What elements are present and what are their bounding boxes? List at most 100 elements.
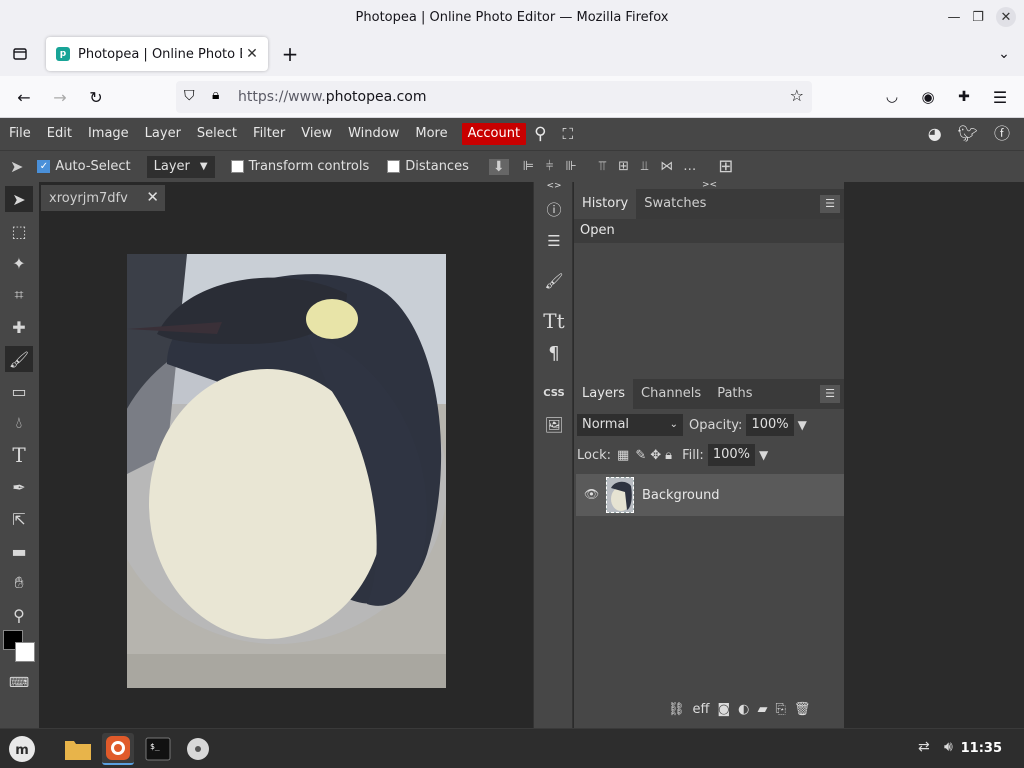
firefox-taskbar-icon[interactable]: [102, 733, 134, 765]
panel-menu-icon[interactable]: ☰: [820, 195, 840, 213]
browser-tab[interactable]: p Photopea | Online Photo Ed ✕: [46, 37, 268, 71]
twitter-icon[interactable]: 🐦︎: [950, 123, 986, 145]
close-window-icon[interactable]: ✕: [996, 7, 1016, 27]
css-icon[interactable]: CSS: [538, 380, 570, 406]
info-icon[interactable]: ⓘ: [538, 196, 570, 222]
paragraph-icon[interactable]: ¶: [538, 340, 570, 366]
adjustment-layer-icon[interactable]: ◐: [738, 702, 749, 717]
panel-menu-icon[interactable]: ☰: [820, 385, 840, 403]
new-tab-icon[interactable]: +: [278, 42, 302, 66]
shield-icon[interactable]: ⛉: [184, 88, 195, 104]
files-folder-icon[interactable]: [62, 733, 94, 765]
lock-transparency-icon[interactable]: ▦: [617, 448, 629, 463]
magic-wand-tool-icon[interactable]: ✦: [5, 250, 33, 276]
maximize-icon[interactable]: ❐: [968, 7, 988, 27]
marquee-tool-icon[interactable]: ⬚: [5, 218, 33, 244]
lock-move-icon[interactable]: ✥: [650, 448, 661, 463]
zoom-tool-icon[interactable]: ⚲: [5, 602, 33, 628]
menu-image[interactable]: Image: [80, 123, 137, 145]
reload-icon[interactable]: ↻: [84, 85, 108, 109]
eye-visibility-icon[interactable]: 👁︎: [584, 487, 599, 501]
crop-tool-icon[interactable]: ⌗: [5, 282, 33, 308]
align-center-icon[interactable]: ⫩: [546, 159, 553, 174]
grid-layout-icon[interactable]: ⊞: [718, 156, 733, 177]
align-right-icon[interactable]: ⊪: [565, 159, 576, 174]
network-icon[interactable]: ⇄: [918, 739, 930, 755]
transform-controls-checkbox[interactable]: Transform controls: [230, 159, 369, 174]
tab-history[interactable]: History: [574, 189, 637, 219]
blur-tool-icon[interactable]: 💧︎: [5, 410, 33, 436]
volume-icon[interactable]: 🔊︎: [944, 739, 953, 755]
forward-icon[interactable]: →: [48, 85, 72, 109]
auto-select-checkbox[interactable]: ✓ Auto-Select: [37, 159, 131, 174]
url-text[interactable]: https://www.photopea.com: [238, 89, 427, 105]
layer-row[interactable]: 👁︎ Background: [576, 474, 844, 516]
lock-icon[interactable]: 🔒︎: [212, 87, 219, 103]
background-color-swatch[interactable]: [15, 642, 35, 662]
hand-tool-icon[interactable]: ✋︎: [5, 570, 33, 596]
image-canvas[interactable]: [127, 254, 446, 688]
menu-more[interactable]: More: [407, 123, 455, 145]
document-tab[interactable]: xroyrjm7dfv ✕: [41, 185, 165, 211]
opacity-arrow-icon[interactable]: ▼: [798, 418, 807, 432]
disc-icon[interactable]: [182, 733, 214, 765]
fullscreen-icon[interactable]: ⛶: [555, 123, 582, 145]
move-tool-icon[interactable]: ➤: [5, 186, 33, 212]
brush-settings-icon[interactable]: 🖌︎: [538, 268, 570, 294]
menu-filter[interactable]: Filter: [245, 123, 293, 145]
menu-edit[interactable]: Edit: [39, 123, 80, 145]
layer-mask-icon[interactable]: ◙: [717, 702, 730, 717]
new-layer-icon[interactable]: ⎘: [775, 702, 785, 717]
account-icon[interactable]: ◉: [916, 85, 940, 109]
bookmark-star-icon[interactable]: ☆: [790, 86, 804, 105]
new-group-icon[interactable]: ▰: [757, 702, 767, 717]
layer-effects-icon[interactable]: eff: [693, 702, 710, 717]
more-options-icon[interactable]: …: [683, 159, 696, 174]
distribute-icon[interactable]: ⋈: [660, 159, 673, 174]
distances-checkbox[interactable]: Distances: [387, 159, 469, 174]
gradient-tool-icon[interactable]: ▭: [5, 378, 33, 404]
facebook-icon[interactable]: ⓕ: [986, 123, 1018, 145]
hamburger-menu-icon[interactable]: ☰: [988, 85, 1012, 109]
lock-paint-icon[interactable]: ✎: [635, 448, 646, 463]
menu-view[interactable]: View: [293, 123, 340, 145]
download-icon[interactable]: ⬇: [488, 158, 509, 175]
fill-input[interactable]: 100%: [707, 444, 755, 466]
pen-tool-icon[interactable]: ✒: [5, 474, 33, 500]
tab-layers[interactable]: Layers: [574, 379, 634, 409]
tab-channels[interactable]: Channels: [633, 379, 709, 409]
tab-close-icon[interactable]: ✕: [242, 46, 262, 62]
image-icon[interactable]: 🖼︎: [538, 412, 570, 438]
account-button[interactable]: Account: [461, 123, 527, 145]
auto-select-target-dropdown[interactable]: Layer ▼: [146, 155, 215, 178]
align-middle-icon[interactable]: ⊞: [618, 159, 629, 174]
collapse-arrows-icon[interactable]: <>: [538, 180, 570, 192]
menu-select[interactable]: Select: [189, 123, 245, 145]
tab-list-icon[interactable]: [8, 42, 32, 66]
opacity-input[interactable]: 100%: [746, 414, 794, 436]
lock-all-icon[interactable]: 🔒︎: [665, 448, 672, 463]
healing-brush-tool-icon[interactable]: ✚: [5, 314, 33, 340]
align-bottom-icon[interactable]: ⫫: [641, 159, 648, 174]
search-icon[interactable]: ⚲: [526, 123, 554, 145]
keyboard-icon[interactable]: ⌨: [5, 670, 33, 696]
extensions-icon[interactable]: ✚: [952, 85, 976, 109]
chevron-down-icon[interactable]: ⌄: [992, 42, 1016, 66]
reddit-icon[interactable]: ◕: [920, 123, 950, 145]
history-item[interactable]: Open: [574, 219, 844, 243]
align-top-icon[interactable]: ⫪: [599, 159, 606, 174]
url-bar[interactable]: ⛉ 🔒︎ https://www.photopea.com ☆: [176, 81, 812, 113]
tab-paths[interactable]: Paths: [709, 379, 760, 409]
blend-mode-dropdown[interactable]: Normal ⌄: [577, 414, 683, 436]
minimize-icon[interactable]: —: [944, 7, 964, 27]
fill-arrow-icon[interactable]: ▼: [759, 448, 768, 462]
mint-menu-icon[interactable]: m: [6, 733, 38, 765]
brush-tool-icon[interactable]: 🖌︎: [5, 346, 33, 372]
link-layers-icon[interactable]: ⛓: [668, 702, 685, 717]
character-icon[interactable]: Tt: [538, 308, 570, 334]
clock[interactable]: 11:35: [961, 741, 1002, 756]
menu-layer[interactable]: Layer: [137, 123, 189, 145]
rectangle-tool-icon[interactable]: ▬: [5, 538, 33, 564]
menu-window[interactable]: Window: [340, 123, 407, 145]
tab-swatches[interactable]: Swatches: [636, 189, 714, 219]
